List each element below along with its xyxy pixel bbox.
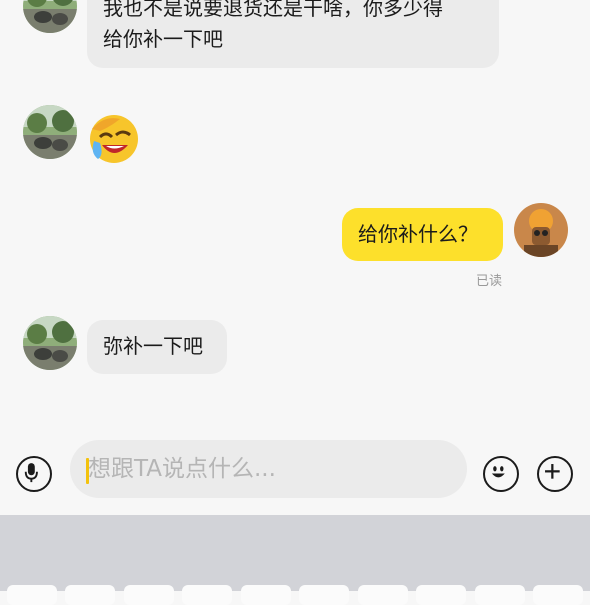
microphone-icon: [24, 463, 38, 483]
contact-avatar[interactable]: [23, 105, 77, 159]
message-text-line: 给你补一下吧: [103, 27, 223, 51]
contact-avatar[interactable]: [23, 316, 77, 370]
crying-laughing-emoji[interactable]: [86, 111, 142, 167]
message-input-bar: 想跟TA说点什么...: [0, 430, 590, 515]
keyboard-key[interactable]: [65, 585, 115, 605]
more-button[interactable]: [537, 456, 573, 492]
keyboard-key[interactable]: [7, 585, 57, 605]
keyboard-key[interactable]: [533, 585, 583, 605]
keyboard-key[interactable]: [475, 585, 525, 605]
incoming-message-bubble[interactable]: 弥补一下吧: [87, 320, 227, 374]
keyboard-key[interactable]: [124, 585, 174, 605]
keyboard-key[interactable]: [241, 585, 291, 605]
contact-avatar[interactable]: [23, 0, 77, 33]
message-input[interactable]: 想跟TA说点什么...: [70, 440, 467, 498]
message-text: 给你补什么？: [358, 222, 478, 246]
read-receipt: 已读: [476, 274, 503, 289]
message-text: 弥补一下吧: [103, 334, 203, 358]
keyboard-key[interactable]: [358, 585, 408, 605]
my-avatar[interactable]: [514, 203, 568, 257]
keyboard-key[interactable]: [182, 585, 232, 605]
incoming-message-bubble[interactable]: 我也不是说要退货还是干啥，你多少得 给你补一下吧: [87, 0, 499, 68]
keyboard: [0, 515, 590, 605]
keyboard-key[interactable]: [416, 585, 466, 605]
voice-button[interactable]: [16, 456, 52, 492]
emoji-button[interactable]: [483, 456, 519, 492]
smiley-icon: [491, 466, 505, 478]
keyboard-key[interactable]: [299, 585, 349, 605]
input-placeholder: 想跟TA说点什么...: [88, 456, 276, 482]
outgoing-message-bubble[interactable]: 给你补什么？: [342, 208, 503, 261]
message-text-line: 我也不是说要退货还是干啥，你多少得: [103, 0, 443, 20]
plus-icon: [545, 464, 560, 479]
